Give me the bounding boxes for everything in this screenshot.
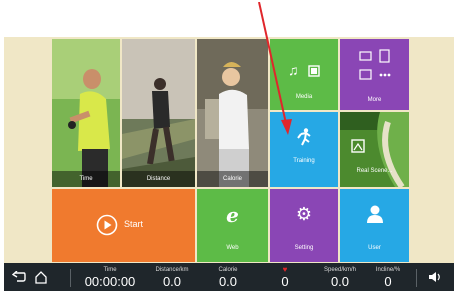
distance-tile[interactable]: Distance: [122, 39, 195, 187]
annotation-arrow: [258, 2, 292, 135]
start-tile[interactable]: Start: [52, 189, 195, 262]
main-screen: Time Distance Calorie ♫ Media More Train…: [4, 37, 454, 263]
start-tile-label: Start: [124, 219, 144, 229]
runner-icon: [297, 128, 311, 146]
speed-readout-label: Speed/km/h: [323, 267, 357, 273]
setting-tile-label: Setting: [294, 245, 314, 251]
web-tile[interactable]: e Web: [197, 189, 268, 262]
user-tile-label: User: [368, 245, 381, 251]
home-icon[interactable]: [34, 270, 48, 284]
distance-readout: Distance/km 0.0: [150, 263, 194, 291]
play-icon: [96, 214, 118, 236]
user-tile[interactable]: User: [340, 189, 409, 262]
distance-readout-value: 0.0: [162, 274, 182, 289]
speed-readout-value: 0.0: [330, 274, 350, 289]
more-tile[interactable]: More: [340, 39, 409, 110]
gear-icon: ⚙: [295, 204, 313, 224]
status-divider: [416, 269, 417, 287]
heart-rate-readout: ♥ 0: [270, 263, 300, 291]
calorie-readout-value: 0.0: [218, 274, 238, 289]
status-bar: Time 00:00:00 Distance/km 0.0 Calorie 0.…: [4, 263, 454, 291]
distance-photo: [122, 39, 195, 187]
apps-icons: [359, 49, 391, 80]
incline-readout-value: 0: [384, 274, 392, 289]
calorie-tile-label: Calorie: [197, 171, 268, 187]
real-scene-tile-label: Real Scene...: [356, 168, 393, 174]
runner-photo: [52, 39, 120, 187]
user-icon: [367, 205, 383, 223]
time-readout-label: Time: [103, 267, 117, 273]
real-scene-tile[interactable]: Real Scene...: [340, 112, 409, 187]
training-tile-label: Training: [293, 158, 315, 164]
distance-tile-label: Distance: [122, 171, 195, 187]
volume-icon[interactable]: [428, 271, 442, 283]
time-tile[interactable]: Time: [52, 39, 120, 187]
calorie-readout-label: Calorie: [218, 267, 238, 273]
setting-tile[interactable]: ⚙ Setting: [270, 189, 338, 262]
incline-readout-label: Incline/%: [375, 267, 401, 273]
time-readout: Time 00:00:00: [82, 263, 138, 291]
back-icon[interactable]: [12, 271, 26, 283]
status-divider: [70, 269, 71, 287]
browser-icon: e: [226, 203, 239, 227]
web-tile-label: Web: [226, 245, 239, 251]
heart-icon: ♥: [282, 265, 288, 274]
real-scene-photo: [340, 112, 409, 187]
time-readout-value: 00:00:00: [84, 274, 136, 289]
distance-readout-label: Distance/km: [155, 267, 189, 273]
more-tile-label: More: [367, 97, 382, 103]
heart-rate-value: 0: [281, 274, 289, 289]
time-tile-label: Time: [52, 171, 120, 187]
incline-readout: Incline/% 0: [368, 263, 408, 291]
film-icon: [308, 65, 320, 77]
speed-readout: Speed/km/h 0.0: [318, 263, 362, 291]
calorie-readout: Calorie 0.0: [208, 263, 248, 291]
